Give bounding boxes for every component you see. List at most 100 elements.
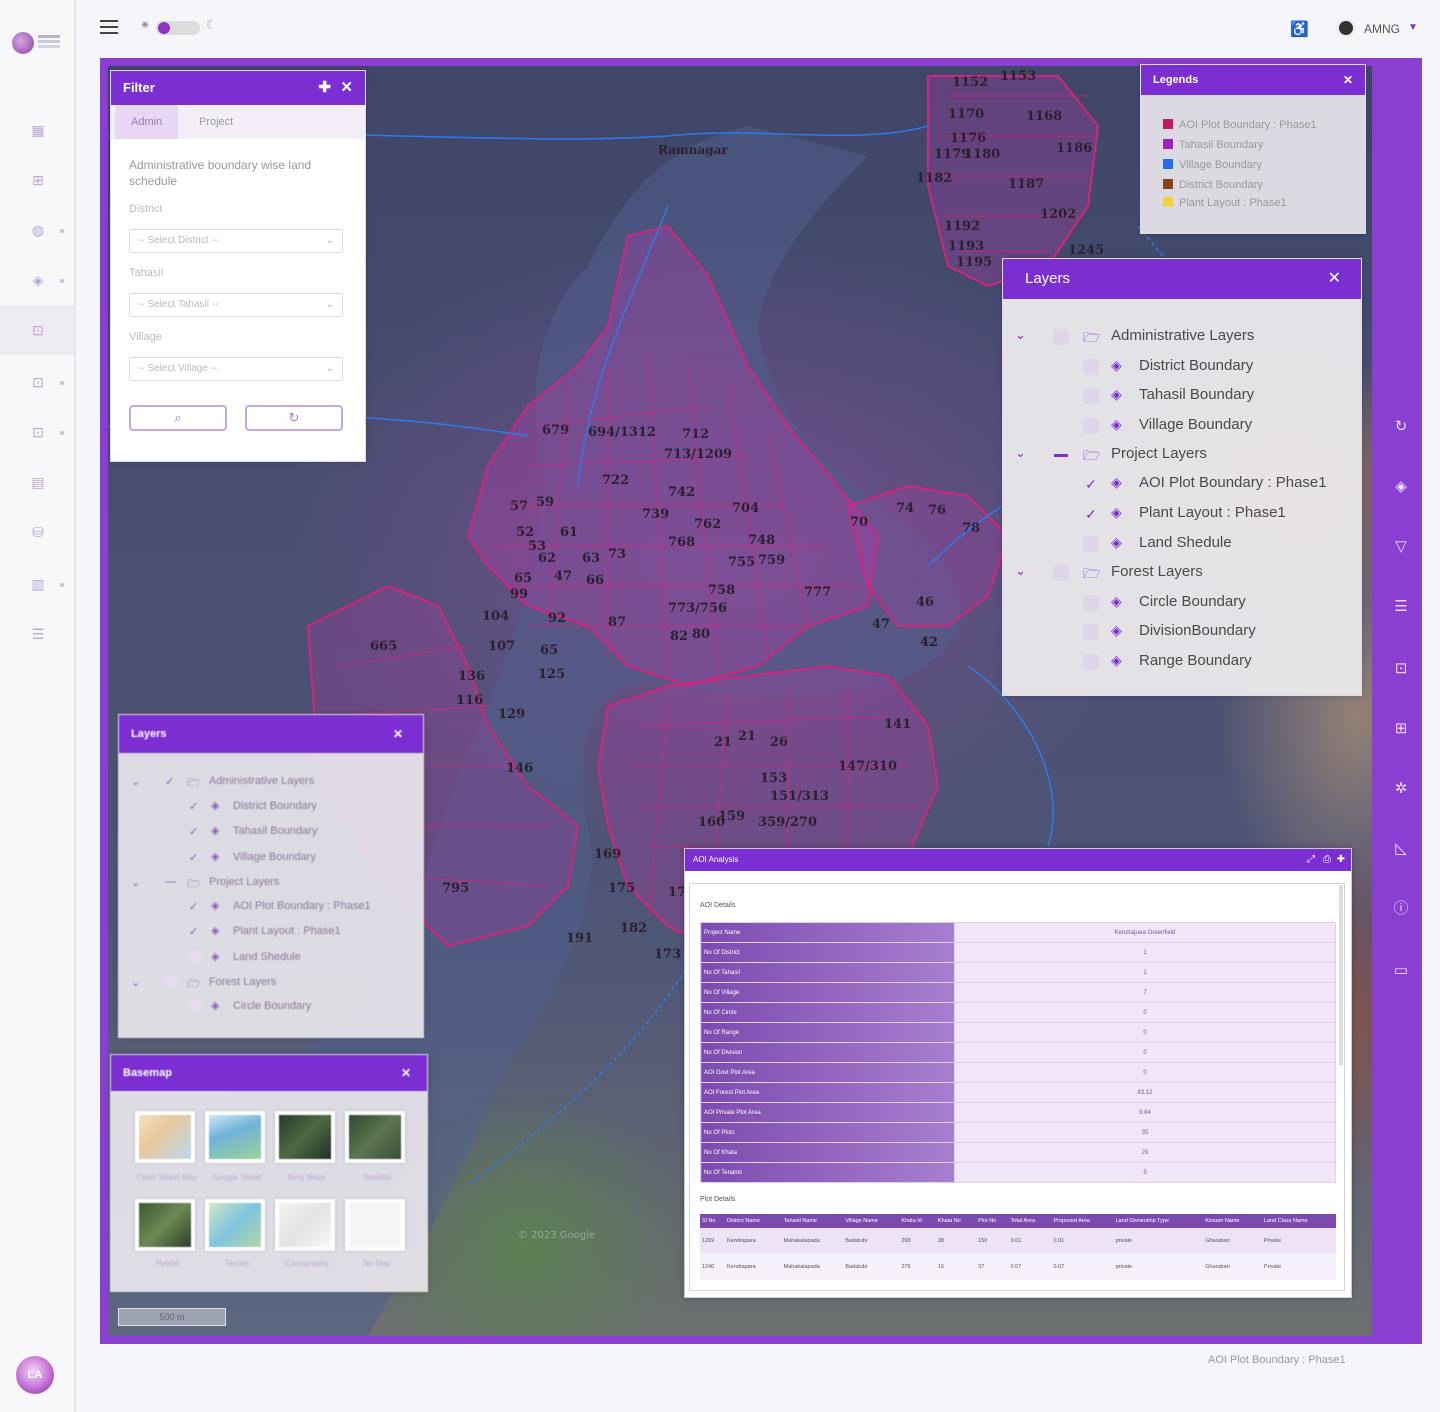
layer-checkbox[interactable]: [1083, 595, 1099, 611]
grid-tool-icon[interactable]: ⊞: [1390, 718, 1412, 740]
layer-checkbox-partial[interactable]: [1053, 447, 1069, 463]
layer-checkbox[interactable]: [1083, 359, 1099, 375]
list-icon[interactable]: ☰: [1390, 596, 1412, 618]
user-name[interactable]: AMNG: [1364, 22, 1400, 36]
checkmark-icon[interactable]: ✓: [1083, 476, 1099, 492]
layer-group-forest[interactable]: ⌄ 🗁 Forest Layers: [119, 972, 425, 996]
checkmark-icon[interactable]: ✓: [165, 775, 177, 788]
column-header[interactable]: Proposed Area: [1051, 1214, 1114, 1228]
chevron-down-icon[interactable]: ▼: [1408, 22, 1418, 33]
layers-icon[interactable]: ◈: [28, 270, 48, 290]
layer-checkbox[interactable]: [189, 1000, 201, 1012]
reset-button[interactable]: ↻: [245, 405, 343, 431]
map-icon[interactable]: ⊡: [28, 320, 48, 340]
search-button[interactable]: ⌕: [129, 405, 227, 431]
checkmark-icon[interactable]: ✓: [189, 925, 201, 938]
layer-checkbox[interactable]: [165, 976, 177, 988]
avatar[interactable]: [1336, 18, 1356, 38]
layer-item-circle[interactable]: ◈ Circle Boundary: [1003, 587, 1363, 617]
layer-item-district[interactable]: ◈ District Boundary: [1003, 351, 1363, 381]
export-icon[interactable]: ⎙: [1323, 849, 1331, 871]
tab-project[interactable]: Project: [183, 105, 249, 139]
add-icon[interactable]: ✚: [318, 71, 331, 105]
map-book-icon[interactable]: ⊡: [28, 422, 48, 442]
layer-checkbox[interactable]: [1053, 565, 1069, 581]
chevron-down-icon[interactable]: ⌄: [1015, 327, 1026, 343]
layer-item-village[interactable]: ◈ Village Boundary: [1003, 410, 1363, 440]
layer-item-land-shedule[interactable]: ◈ Land Shedule: [119, 947, 425, 971]
basemap-thumb-cartography[interactable]: [275, 1199, 335, 1251]
layers-tool-icon[interactable]: ◈: [1390, 476, 1412, 498]
column-header[interactable]: Sl No: [700, 1214, 725, 1228]
app-logo[interactable]: [12, 30, 62, 54]
layer-group-project[interactable]: ⌄ — 🗁 Project Layers: [119, 872, 425, 896]
globe-icon[interactable]: ◍: [28, 220, 48, 240]
map-tool-icon[interactable]: ⊡: [1390, 658, 1412, 680]
document-icon[interactable]: ▤: [28, 472, 48, 492]
layer-checkbox[interactable]: [189, 951, 201, 963]
layer-item-village[interactable]: ✓ ◈ Village Boundary: [119, 847, 425, 871]
basemap-thumb-nomap[interactable]: [345, 1199, 405, 1251]
column-header[interactable]: Plot No: [976, 1214, 1009, 1228]
village-select[interactable]: -- Select Village -- ⌄: [129, 357, 343, 381]
column-header[interactable]: Village Name: [843, 1214, 900, 1228]
basemap-thumb-satellite[interactable]: [345, 1111, 405, 1163]
basemap-thumb-osm[interactable]: [135, 1111, 195, 1163]
chevron-down-icon[interactable]: ⌄: [131, 876, 140, 889]
layer-checkbox[interactable]: [1083, 388, 1099, 404]
tab-admin[interactable]: Admin: [115, 105, 179, 139]
tahasil-select[interactable]: -- Select Tahasil -- ⌄: [129, 293, 343, 317]
layer-item-tahasil[interactable]: ✓ ◈ Tahasil Boundary: [119, 821, 425, 845]
layer-group-project[interactable]: ⌄ 🗁 Project Layers: [1003, 439, 1363, 469]
measure-icon[interactable]: ◺: [1390, 838, 1412, 860]
close-icon[interactable]: ✕: [1343, 65, 1353, 95]
layer-item-division[interactable]: ◈ DivisionBoundary: [1003, 616, 1363, 646]
layer-item-plant-layout[interactable]: ✓ ◈ Plant Layout : Phase1: [1003, 498, 1363, 528]
chevron-down-icon[interactable]: ⌄: [131, 775, 140, 788]
menu-icon[interactable]: [100, 20, 118, 34]
column-header[interactable]: Land Class Name: [1261, 1214, 1336, 1228]
basemap-thumb-bing[interactable]: [275, 1111, 335, 1163]
database-icon[interactable]: ⛁: [28, 522, 48, 542]
checkmark-icon[interactable]: ✓: [189, 825, 201, 838]
grid-icon[interactable]: ⊞: [28, 170, 48, 190]
column-header[interactable]: Kissam Name: [1203, 1214, 1262, 1228]
partial-icon[interactable]: —: [165, 876, 177, 888]
layer-group-forest[interactable]: ⌄ 🗁 Forest Layers: [1003, 557, 1363, 587]
column-header[interactable]: Khata Id: [899, 1214, 936, 1228]
column-header[interactable]: Land Ownership Type: [1113, 1214, 1204, 1228]
checkmark-icon[interactable]: ✓: [189, 851, 201, 864]
layer-checkbox[interactable]: [1083, 418, 1099, 434]
basemap-thumb-hybrid[interactable]: [135, 1199, 195, 1251]
theme-toggle[interactable]: ✷ ☾: [140, 18, 220, 38]
close-icon[interactable]: ✕: [340, 71, 353, 105]
report-icon[interactable]: ☰: [28, 624, 48, 644]
close-icon[interactable]: ✕: [393, 715, 403, 753]
chevron-down-icon[interactable]: ⌄: [1015, 445, 1026, 461]
checkmark-icon[interactable]: ✓: [189, 900, 201, 913]
dashboard-icon[interactable]: ▦: [28, 120, 48, 140]
checkmark-icon[interactable]: ✓: [189, 800, 201, 813]
layer-item-range[interactable]: ◈ Range Boundary: [1003, 646, 1363, 676]
layer-group-administrative[interactable]: ⌄ 🗁 Administrative Layers: [1003, 321, 1363, 351]
layer-checkbox[interactable]: [1083, 536, 1099, 552]
chart-icon[interactable]: ▥: [28, 574, 48, 594]
close-icon[interactable]: ✕: [401, 1055, 411, 1091]
column-header[interactable]: District Name: [725, 1214, 782, 1228]
basemap-thumb-google[interactable]: [205, 1111, 265, 1163]
layer-checkbox[interactable]: [1053, 329, 1069, 345]
layer-item-circle[interactable]: ◈ Circle Boundary: [119, 996, 425, 1020]
info-icon[interactable]: ⓘ: [1390, 898, 1412, 920]
layer-item-aoi-plot[interactable]: ✓ ◈ AOI Plot Boundary : Phase1: [119, 896, 425, 920]
filter-icon[interactable]: ▽: [1390, 536, 1412, 558]
district-select[interactable]: -- Select District -- ⌄: [129, 229, 343, 253]
layer-item-plant-layout[interactable]: ✓ ◈ Plant Layout : Phase1: [119, 921, 425, 945]
aoi-content[interactable]: AOI Details Project Name Kendrapara Green…: [689, 883, 1345, 1291]
add-icon[interactable]: ✚: [1337, 849, 1345, 871]
refresh-icon[interactable]: ↻: [1390, 416, 1412, 438]
chevron-down-icon[interactable]: ⌄: [1015, 563, 1026, 579]
scrollbar[interactable]: [1339, 885, 1343, 1065]
layer-item-aoi-plot[interactable]: ✓ ◈ AOI Plot Boundary : Phase1: [1003, 468, 1363, 498]
layer-group-administrative[interactable]: ⌄ ✓ 🗁 Administrative Layers: [119, 771, 425, 795]
expand-icon[interactable]: ⤢: [1307, 849, 1315, 871]
